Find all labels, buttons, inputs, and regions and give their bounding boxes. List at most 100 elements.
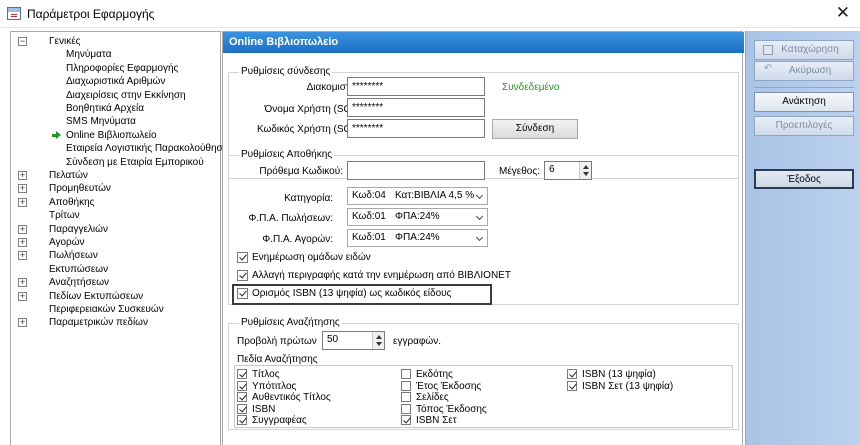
tree-item-label: Προμηθευτών — [49, 183, 111, 195]
tree-item[interactable]: Διαχωριστικά Αριθμών — [11, 75, 220, 88]
tree-item[interactable]: Πληροφορίες Εφαρμογής — [11, 62, 220, 75]
defaults-button[interactable]: Προεπιλογές — [754, 116, 854, 136]
server-label: Διακομιστής: — [306, 82, 363, 93]
tree-item[interactable]: − Γενικές — [11, 35, 220, 48]
expand-icon[interactable]: + — [18, 318, 27, 328]
checkbox-label: Τόπος Έκδοσης — [416, 403, 487, 415]
expand-icon[interactable]: + — [18, 197, 27, 207]
size-stepper[interactable]: 6 — [544, 161, 592, 180]
checkbox-label: Εκδότης — [416, 369, 453, 380]
tree-item[interactable]: Διαχειρίσεις στην Εκκίνηση — [11, 89, 220, 102]
checkbox-box[interactable] — [237, 270, 248, 281]
tree-item-label: Μηνύματα — [66, 49, 112, 61]
checkbox-box[interactable] — [237, 380, 247, 391]
show-first-label: Προβολή πρώτων — [237, 336, 317, 347]
tree-item-label: Παραγγελιών — [49, 223, 108, 235]
expand-icon[interactable]: + — [18, 251, 27, 261]
tree-item[interactable]: + Παραμετρικών πεδίων — [11, 316, 220, 329]
checkbox-label: Σελίδες — [416, 392, 449, 404]
tree-item[interactable]: Βοηθητικά Αρχεία — [11, 102, 220, 115]
checkbox-label: Ορισμός ISBN (13 ψηφία) ως κωδικός είδου… — [252, 288, 452, 299]
arrow-right-icon — [52, 130, 61, 140]
command-bar: Καταχώρηση ↶ Ακύρωση Ανάκτηση Προεπιλογέ… — [745, 31, 860, 445]
tree-item[interactable]: + Πωλήσεων — [11, 249, 220, 262]
tree-item-label: Πεδίων Εκτυπώσεων — [49, 290, 144, 302]
cancel-button[interactable]: ↶ Ακύρωση — [754, 61, 854, 81]
connect-button[interactable]: Σύνδεση — [492, 119, 578, 139]
checkbox-box[interactable] — [401, 415, 411, 426]
vat-sales-select[interactable]: Κωδ:01 ΦΠΑ:24% — [347, 208, 488, 226]
checkbox-label: Υπότιτλος — [252, 380, 297, 392]
tree-item[interactable]: SMS Μηνύματα — [11, 115, 220, 128]
checkbox-box[interactable] — [237, 252, 248, 263]
username-field[interactable]: ******** — [347, 98, 485, 117]
tree-item[interactable]: + Αγορών — [11, 236, 220, 249]
category-select[interactable]: Κωδ:04 Κατ:ΒΙΒΛΙΑ 4,5 % — [347, 187, 488, 205]
expand-icon[interactable]: + — [18, 238, 27, 247]
checkbox-box[interactable] — [401, 369, 411, 379]
tree-item[interactable]: Περιφερειακών Συσκευών — [11, 303, 220, 316]
checkbox-label: ISBN Σετ (13 ψηφία) — [582, 380, 674, 392]
server-field[interactable]: ******** — [347, 77, 485, 96]
save-button[interactable]: Καταχώρηση — [754, 40, 854, 60]
exit-button[interactable]: Έξοδος — [754, 169, 854, 189]
tree-item-label: Πληροφορίες Εφαρμογής — [66, 62, 179, 74]
checkbox-box[interactable] — [567, 369, 577, 379]
checkbox-box[interactable] — [401, 392, 411, 403]
search-settings-title: Ρυθμίσεις Αναζήτησης — [239, 317, 342, 328]
show-first-spin-buttons[interactable] — [372, 332, 384, 349]
show-first-stepper[interactable]: 50 — [322, 331, 385, 350]
tree-item[interactable]: Μηνύματα — [11, 48, 220, 61]
settings-tree[interactable]: − Γενικές Μηνύματα Πληροφορίες Εφαρμογής Δια… — [10, 31, 233, 445]
tree-item-label: Παραμετρικών πεδίων — [49, 317, 148, 329]
tree-item[interactable]: + Προμηθευτών — [11, 182, 220, 195]
tree-item-label: Αναζητήσεων — [49, 277, 110, 289]
size-label: Μέγεθος: — [499, 166, 540, 177]
collapse-icon[interactable]: − — [18, 37, 27, 46]
tree-item[interactable]: + Πεδίων Εκτυπώσεων — [11, 290, 220, 303]
tree-item[interactable]: + Παραγγελιών — [11, 223, 220, 236]
checkbox-box[interactable] — [237, 415, 247, 426]
password-field[interactable]: ******** — [347, 119, 485, 138]
password-label: Κωδικός Χρήστη (SQL): — [256, 124, 363, 135]
chevron-down-icon — [475, 212, 484, 221]
checkbox-label: ISBN (13 ψηφία) — [582, 369, 656, 380]
expand-icon[interactable]: + — [18, 171, 27, 180]
tree-item[interactable]: Online Βιβλιοπωλείο — [11, 129, 220, 142]
undo-icon: ↶ — [763, 63, 773, 74]
checkbox-box[interactable] — [401, 403, 411, 414]
expand-icon[interactable]: + — [18, 278, 27, 288]
vat-purchases-value: ΦΠΑ:24% — [395, 232, 440, 243]
expand-icon[interactable]: + — [18, 224, 27, 234]
tree-item[interactable]: Εκτυπώσεων — [11, 263, 220, 276]
expand-icon[interactable]: + — [18, 184, 27, 194]
vat-purchases-select[interactable]: Κωδ:01 ΦΠΑ:24% — [347, 229, 488, 247]
checkbox-label: ISBN Σετ — [416, 415, 457, 427]
tree-item[interactable]: Σύνδεση με Εταιρία Εμπορικού — [11, 156, 220, 169]
tree-item-label: Διαχωριστικά Αριθμών — [66, 76, 166, 88]
storage-settings-title: Ρυθμίσεις Αποθήκης — [239, 149, 335, 160]
tree-item[interactable]: Εταιρεία Λογιστικής Παρακολούθησης — [11, 142, 233, 155]
expand-icon[interactable]: + — [18, 291, 27, 301]
tree-item[interactable]: + Πελατών — [11, 169, 220, 182]
checkbox-box[interactable] — [401, 380, 411, 391]
tree-item[interactable]: + Αποθήκης — [11, 196, 220, 209]
restore-button[interactable]: Ανάκτηση — [754, 92, 854, 112]
checkbox-box[interactable] — [237, 288, 248, 299]
panel-header: Online Βιβλιοπωλείο — [223, 32, 744, 53]
tree-item-label: Τρίτων — [49, 210, 80, 222]
tree-item[interactable]: + Αναζητήσεων — [11, 276, 220, 289]
checkbox-label: ISBN — [252, 403, 276, 415]
show-first-value: 50 — [327, 334, 339, 345]
checkbox-label: Αυθεντικός Τίτλος — [252, 392, 331, 404]
code-prefix-field[interactable] — [347, 161, 485, 180]
username-label: Όνομα Χρήστη (SQL): — [264, 104, 363, 115]
checkbox-box[interactable] — [237, 403, 247, 414]
close-icon[interactable]: ✕ — [836, 3, 850, 23]
settings-panel: Online Βιβλιοπωλείο Ρυθμίσεις σύνδεσης Δ… — [222, 31, 744, 445]
checkbox-box[interactable] — [567, 380, 577, 391]
checkbox-box[interactable] — [237, 392, 247, 403]
tree-item[interactable]: Τρίτων — [11, 209, 220, 222]
size-spin-buttons[interactable] — [579, 162, 591, 179]
checkbox-box[interactable] — [237, 369, 247, 379]
